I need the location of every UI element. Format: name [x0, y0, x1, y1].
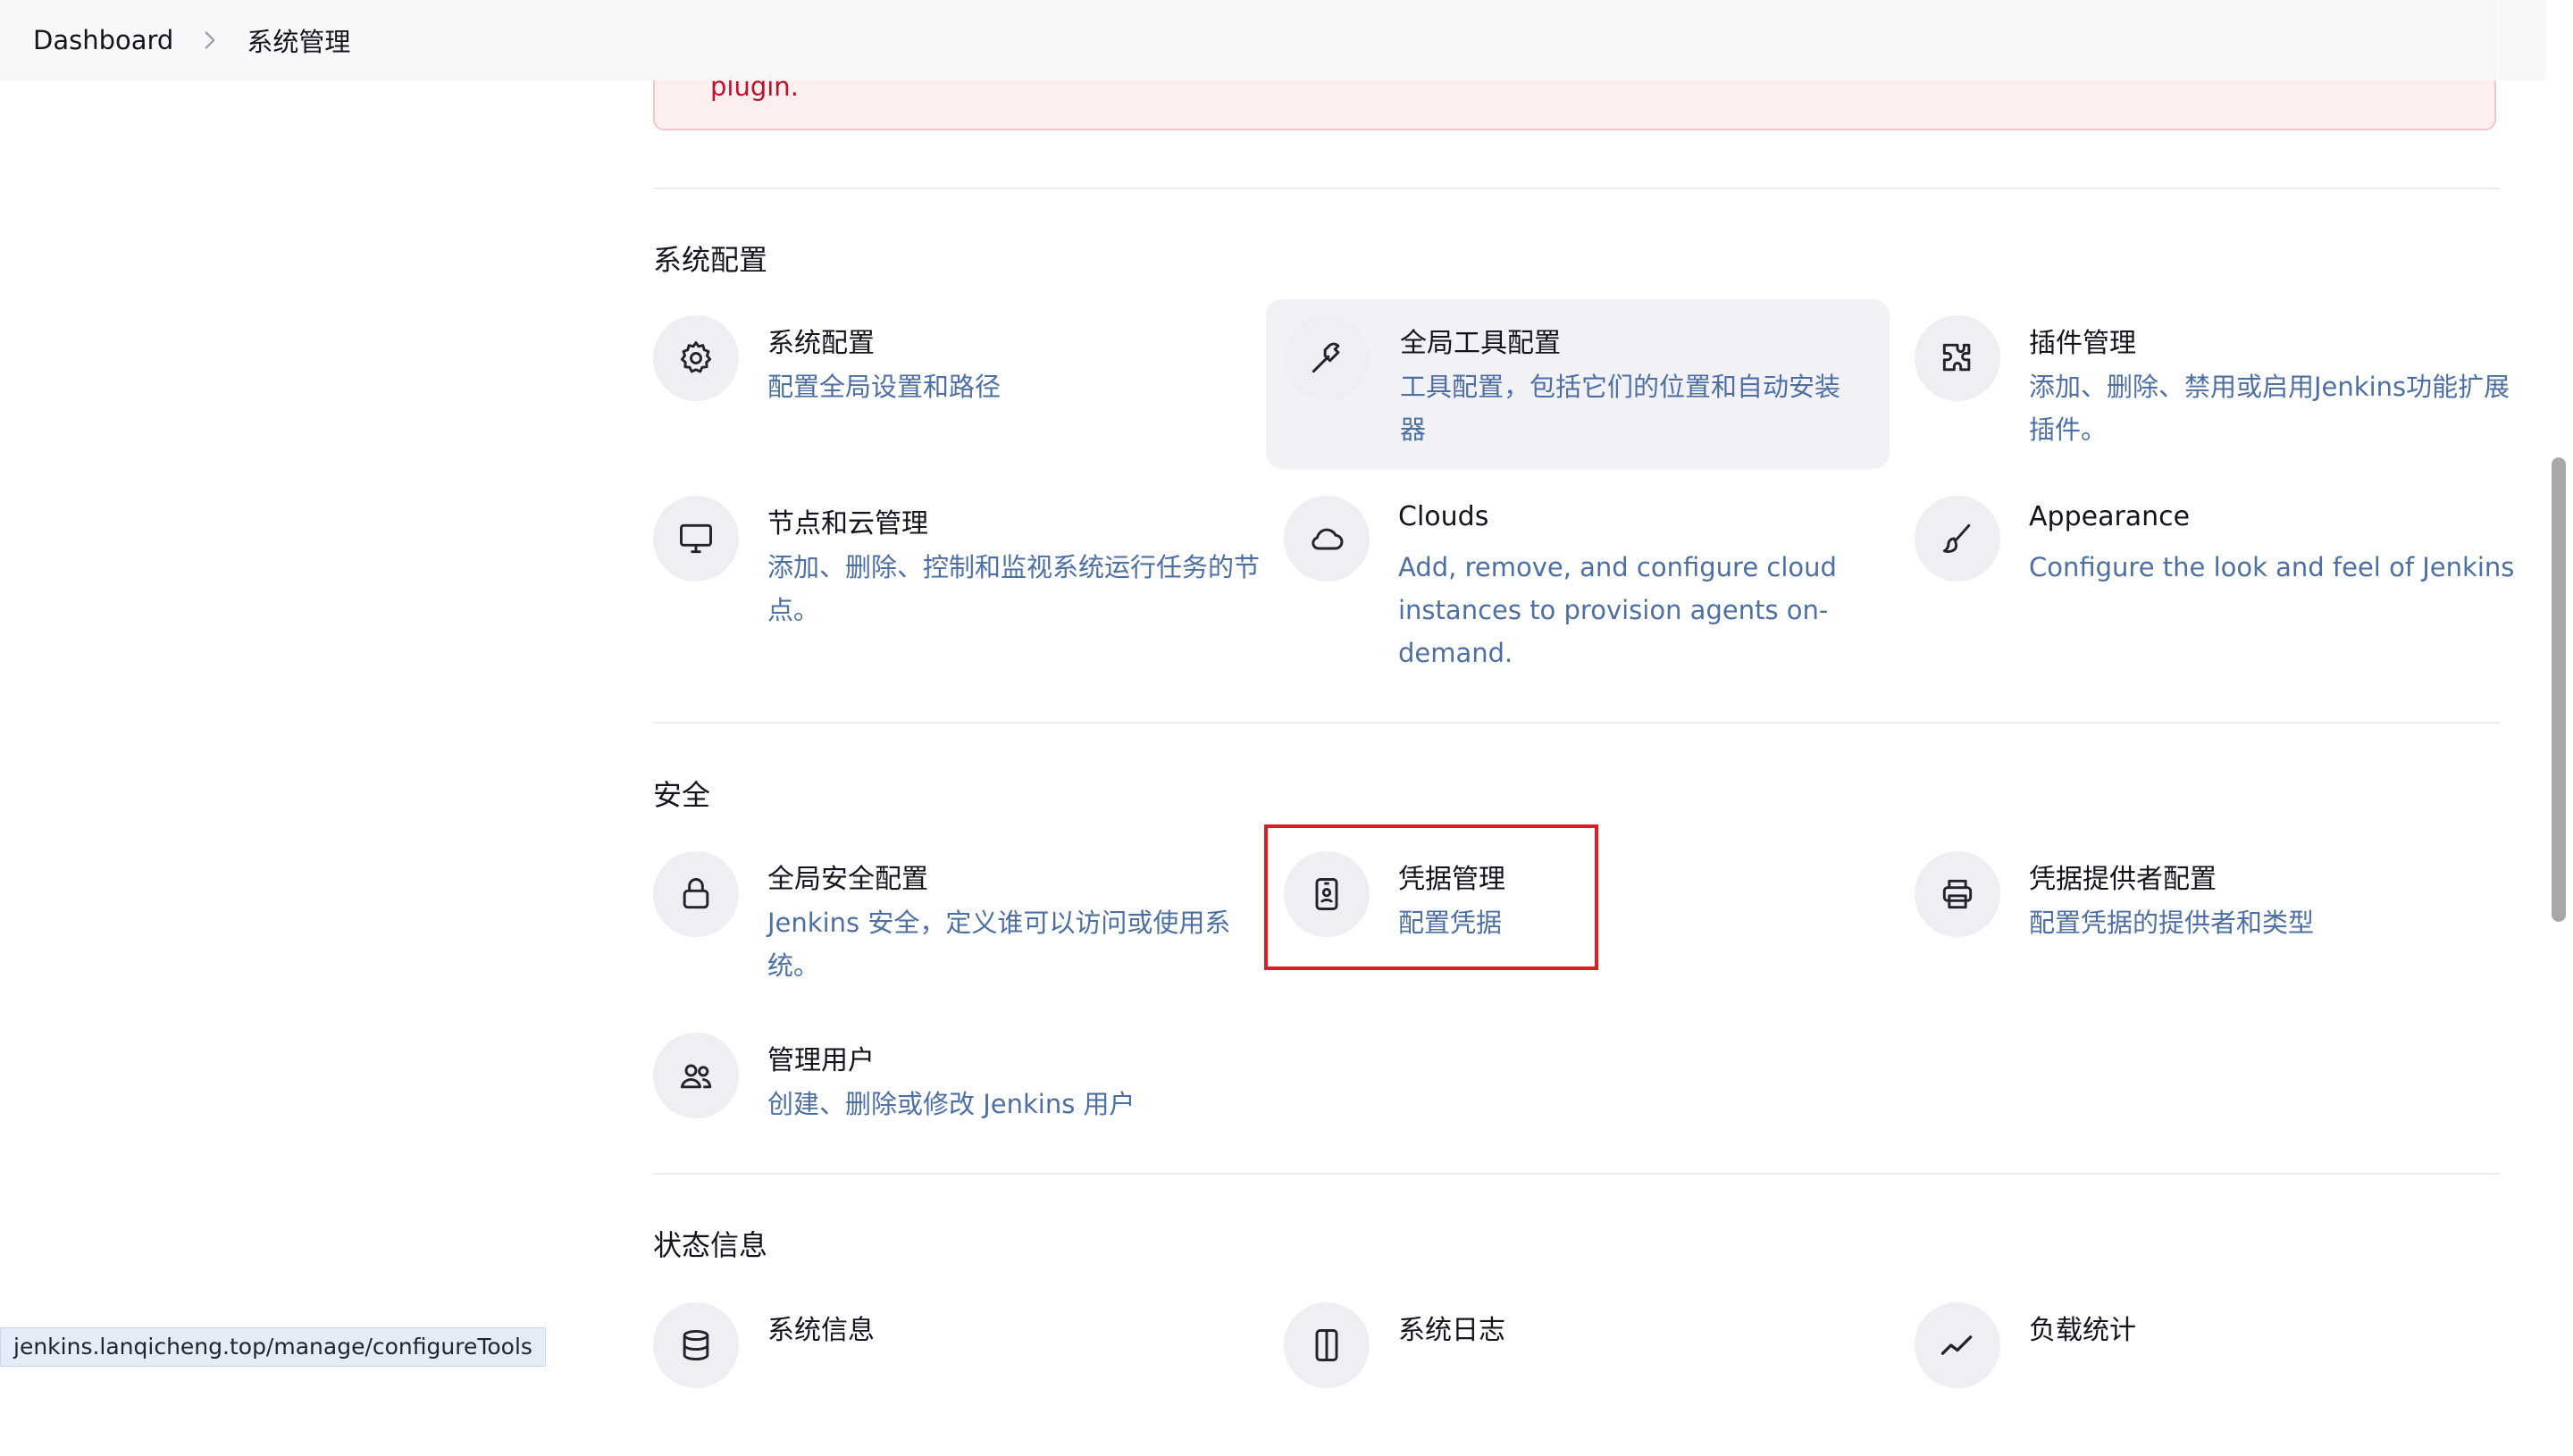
users-icon [653, 1033, 739, 1118]
hammer-icon [1284, 315, 1370, 401]
item-title: 系统日志 [1398, 1315, 1505, 1346]
section-title-status: 状态信息 [653, 1228, 768, 1262]
item-credential-providers[interactable]: 凭据提供者配置 配置凭据的提供者和类型 [1915, 835, 2538, 1005]
item-title: 全局安全配置 [767, 864, 928, 895]
item-title: 凭据管理 [1398, 864, 1505, 895]
item-system-config[interactable]: 系统配置 配置全局设置和路径 [653, 299, 1277, 469]
item-manage-users[interactable]: 管理用户 创建、删除或修改 Jenkins 用户 [653, 1017, 1277, 1186]
monitor-icon [653, 496, 739, 582]
item-credentials[interactable]: 凭据管理 配置凭据 [1284, 835, 1907, 1005]
item-title: 系统配置 [767, 328, 875, 359]
divider [653, 188, 2500, 189]
item-desc: 配置凭据 [1398, 908, 1503, 938]
item-desc: 创建、删除或修改 Jenkins 用户 [767, 1089, 1136, 1119]
lock-icon [653, 851, 739, 937]
item-clouds[interactable]: Clouds Add, remove, and configure cloud … [1284, 480, 1907, 676]
item-title: 负载统计 [2029, 1315, 2136, 1346]
breadcrumb-dashboard[interactable]: Dashboard [33, 25, 173, 55]
item-load-stats[interactable]: 负载统计 [1915, 1286, 2538, 1456]
chart-line-icon [1915, 1302, 2000, 1388]
item-title: 系统信息 [767, 1315, 875, 1346]
log-icon [1284, 1302, 1370, 1388]
database-icon [653, 1302, 739, 1388]
item-nodes[interactable]: 节点和云管理 添加、删除、控制和监视系统运行任务的节点。 [653, 480, 1277, 649]
item-title: 节点和云管理 [767, 508, 928, 540]
item-title: Appearance [2029, 501, 2191, 532]
item-desc: 配置全局设置和路径 [767, 372, 1002, 402]
divider [653, 722, 2500, 724]
breadcrumb: Dashboard 系统管理 [0, 0, 2546, 80]
manage-content: plugin. 系统配置 系统配置 配置全局设置和路径 全局工具配置 工具配置，… [653, 0, 2514, 1388]
printer-icon [1915, 851, 2000, 937]
item-desc: Add, remove, and configure cloud instanc… [1398, 552, 1837, 668]
item-desc: 工具配置，包括它们的位置和自动安装器 [1400, 372, 1841, 445]
cloud-icon [1284, 496, 1370, 582]
item-desc: Configure the look and feel of Jenkins [2029, 552, 2515, 582]
status-url-bar: jenkins.lanqicheng.top/manage/configureT… [0, 1327, 546, 1367]
item-title: 全局工具配置 [1400, 328, 1561, 359]
item-desc: 配置凭据的提供者和类型 [2029, 908, 2315, 938]
item-system-info[interactable]: 系统信息 [653, 1286, 1277, 1456]
item-desc: 添加、删除、禁用或启用Jenkins功能扩展插件。 [2029, 372, 2510, 445]
puzzle-icon [1915, 315, 2000, 401]
scrollbar-thumb[interactable] [2552, 457, 2566, 922]
item-system-log[interactable]: 系统日志 [1284, 1286, 1907, 1456]
item-title: Clouds [1398, 501, 1489, 532]
item-global-security[interactable]: 全局安全配置 Jenkins 安全，定义谁可以访问或使用系统。 [653, 835, 1277, 1005]
item-title: 管理用户 [767, 1045, 875, 1076]
section-title-security: 安全 [653, 778, 711, 812]
item-desc: 添加、删除、控制和监视系统运行任务的节点。 [767, 552, 1261, 625]
divider [653, 1173, 2500, 1175]
item-title: 凭据提供者配置 [2029, 864, 2217, 895]
item-appearance[interactable]: Appearance Configure the look and feel o… [1915, 480, 2538, 649]
item-plugins[interactable]: 插件管理 添加、删除、禁用或启用Jenkins功能扩展插件。 [1915, 299, 2538, 469]
item-desc: Jenkins 安全，定义谁可以访问或使用系统。 [767, 908, 1231, 981]
brush-icon [1915, 496, 2000, 582]
chevron-right-icon [205, 31, 215, 49]
section-title-system-config: 系统配置 [653, 243, 768, 277]
item-title: 插件管理 [2029, 328, 2136, 359]
breadcrumb-manage[interactable]: 系统管理 [247, 21, 350, 59]
gear-icon [653, 315, 739, 401]
id-card-icon [1284, 851, 1370, 937]
item-global-tools[interactable]: 全局工具配置 工具配置，包括它们的位置和自动安装器 [1266, 299, 1890, 469]
